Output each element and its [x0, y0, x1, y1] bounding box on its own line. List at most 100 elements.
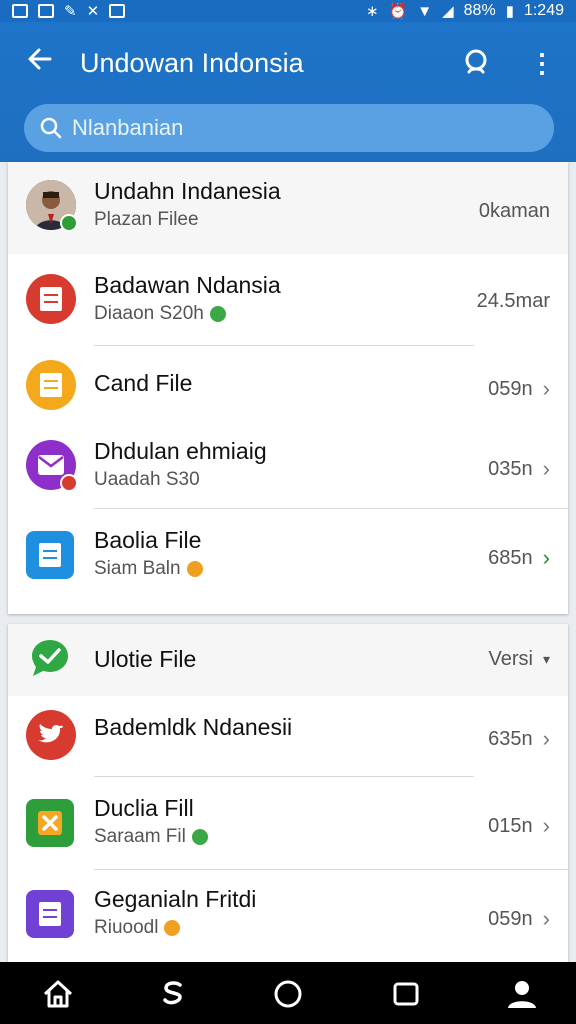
person-icon[interactable]	[504, 976, 540, 1012]
search-input-container[interactable]	[24, 104, 554, 152]
file-icon-wrap	[26, 274, 76, 324]
version-dropdown[interactable]: Versi ▾	[489, 648, 551, 671]
chevron-down-icon: ▾	[542, 651, 550, 667]
search-field-icon	[38, 115, 64, 141]
list-item-meta: 059n ›	[488, 906, 550, 932]
gallery-notification-icon	[12, 4, 28, 18]
list-item-meta-text: 685n	[488, 546, 533, 569]
list-item-meta: 015n ›	[488, 813, 550, 839]
file-icon-wrap	[26, 440, 78, 492]
verified-check-icon	[60, 214, 78, 232]
document-yellow-icon	[26, 360, 76, 410]
list-item-subtitle: Saraam Fil	[94, 826, 186, 847]
page-title: Undowan Indonsia	[80, 48, 304, 78]
list-item-meta: 0kaman	[479, 200, 550, 223]
more-vert-icon[interactable]: ⋮	[528, 46, 556, 82]
list-item-meta-text: 015n	[488, 814, 533, 837]
coin-icon	[164, 920, 181, 936]
document-blue-icon	[26, 531, 74, 579]
status-time: 1:249	[523, 2, 564, 19]
chart-notification-icon	[38, 4, 54, 18]
list-item[interactable]: Dhdulan ehmiaig Uaadah S30 035n ›	[8, 426, 568, 508]
list-item-meta: 685n ›	[488, 545, 550, 571]
section-header-title: Ulotie File	[94, 646, 197, 672]
file-icon-wrap	[26, 360, 76, 410]
list-item[interactable]: Duclia Fill Saraam Fil 015n ›	[8, 777, 568, 869]
list-item-meta-text: 635n	[488, 727, 533, 750]
list-item-text: Dhdulan ehmiaig Uaadah S30	[94, 438, 267, 491]
close-box-green-icon	[26, 799, 74, 847]
list-item-text: Badawan Ndansia Diaaon S20h	[94, 272, 281, 325]
section-header[interactable]: Ulotie File Versi ▾	[8, 624, 568, 696]
list-item-title: Undahn Indanesia	[94, 178, 281, 204]
list-item-meta-text: 059n	[488, 377, 533, 400]
wifi-icon: ▼	[417, 2, 433, 20]
coin-icon	[186, 561, 203, 577]
alarm-icon: ⏰	[388, 2, 408, 20]
list-item-text: Undahn Indanesia Plazan Filee	[94, 178, 281, 231]
list-item-title: Baolia File	[94, 527, 202, 553]
chevron-right-icon: ›	[542, 813, 550, 838]
list-item-subtitle-row: Siam Baln	[94, 558, 203, 580]
document-red-icon	[26, 274, 76, 324]
status-system-icons: ∗ ⏰ ▼ ◢ 88% ▮ 1:249	[366, 2, 564, 20]
chevron-right-icon: ›	[542, 906, 550, 931]
list-item-title: Dhdulan ehmiaig	[94, 438, 267, 464]
list-item[interactable]: Bademldk Ndanesii 635n ›	[8, 696, 568, 776]
chevron-right-icon: ›	[542, 456, 550, 481]
tools-notification-icon: ✕	[86, 2, 100, 20]
list-item-text: Baolia File Siam Baln	[94, 527, 203, 580]
leaf-icon	[191, 829, 208, 845]
section-header-text: Ulotie File	[94, 646, 196, 673]
list-item-text: Bademldk Ndanesii	[94, 714, 292, 741]
list-item-meta-text: 24.5mar	[476, 290, 550, 312]
list-item-text: Cand File	[94, 370, 192, 397]
list-item-title: Bademldk Ndanesii	[94, 714, 293, 740]
home-icon[interactable]	[40, 976, 76, 1012]
list-item[interactable]: Geganialn Fritdi Riuoodl 059n ›	[8, 870, 568, 962]
list-item-meta: 035n ›	[488, 456, 550, 482]
chat-check-icon	[28, 636, 78, 686]
search-input[interactable]	[72, 115, 512, 141]
list-item[interactable]: Cand File 059n ›	[8, 346, 568, 426]
square-recents-icon[interactable]	[388, 976, 424, 1012]
back-arrow-icon[interactable]	[22, 44, 58, 80]
list-item-text: Duclia Fill Saraam Fil	[94, 795, 208, 848]
list-item-subtitle-row: Diaaon S20h	[94, 303, 281, 325]
bluetooth-icon: ∗	[365, 2, 379, 20]
back-gesture-icon[interactable]	[154, 976, 190, 1012]
avatar	[26, 180, 78, 232]
file-icon-wrap	[26, 710, 76, 760]
list-item-subtitle-row: Riuoodl	[94, 917, 256, 939]
search-icon[interactable]	[458, 44, 496, 82]
update-section-card: Ulotie File Versi ▾ Bademldk Ndanesii 635…	[8, 624, 568, 964]
file-list-card: Undahn Indanesia Plazan Filee 0kaman Bad…	[8, 162, 568, 614]
list-item-title: Duclia Fill	[94, 795, 194, 821]
list-item[interactable]: Baolia File Siam Baln 685n ›	[8, 509, 568, 605]
list-item-subtitle: Plazan Filee	[94, 209, 199, 230]
bird-red-icon	[26, 710, 76, 760]
list-item-title: Badawan Ndansia	[94, 272, 281, 298]
leaf-icon	[209, 306, 226, 322]
circle-home-icon[interactable]	[270, 976, 306, 1012]
list-item[interactable]: Undahn Indanesia Plazan Filee 0kaman	[8, 162, 568, 254]
list-item-title: Geganialn Fritdi	[94, 886, 257, 912]
chevron-right-icon: ›	[542, 545, 550, 570]
file-icon-wrap	[26, 890, 76, 940]
list-item-meta: 059n ›	[488, 376, 550, 402]
list-item-meta-text: 035n	[488, 457, 533, 480]
status-bar: ✎ ✕ ∗ ⏰ ▼ ◢ 88% ▮ 1:249	[0, 0, 576, 22]
battery-percentage: 88%	[463, 2, 496, 19]
file-icon-wrap	[26, 531, 76, 581]
chevron-right-icon: ›	[542, 376, 550, 401]
list-item-meta: 24.5mar	[477, 290, 550, 313]
list-item-meta-text: 059n	[488, 907, 533, 930]
version-dropdown-label: Versi	[488, 648, 533, 670]
list-item-text: Geganialn Fritdi Riuoodl	[94, 886, 256, 939]
list-item-subtitle: Uaadah S30	[94, 469, 200, 490]
alert-badge-icon	[60, 474, 78, 492]
list-item[interactable]: Badawan Ndansia Diaaon S20h 24.5mar	[8, 254, 568, 346]
list-item-meta-text: 0kaman	[478, 200, 550, 222]
status-notification-icons: ✎ ✕	[12, 2, 126, 20]
list-item-subtitle: Riuoodl	[94, 917, 159, 938]
